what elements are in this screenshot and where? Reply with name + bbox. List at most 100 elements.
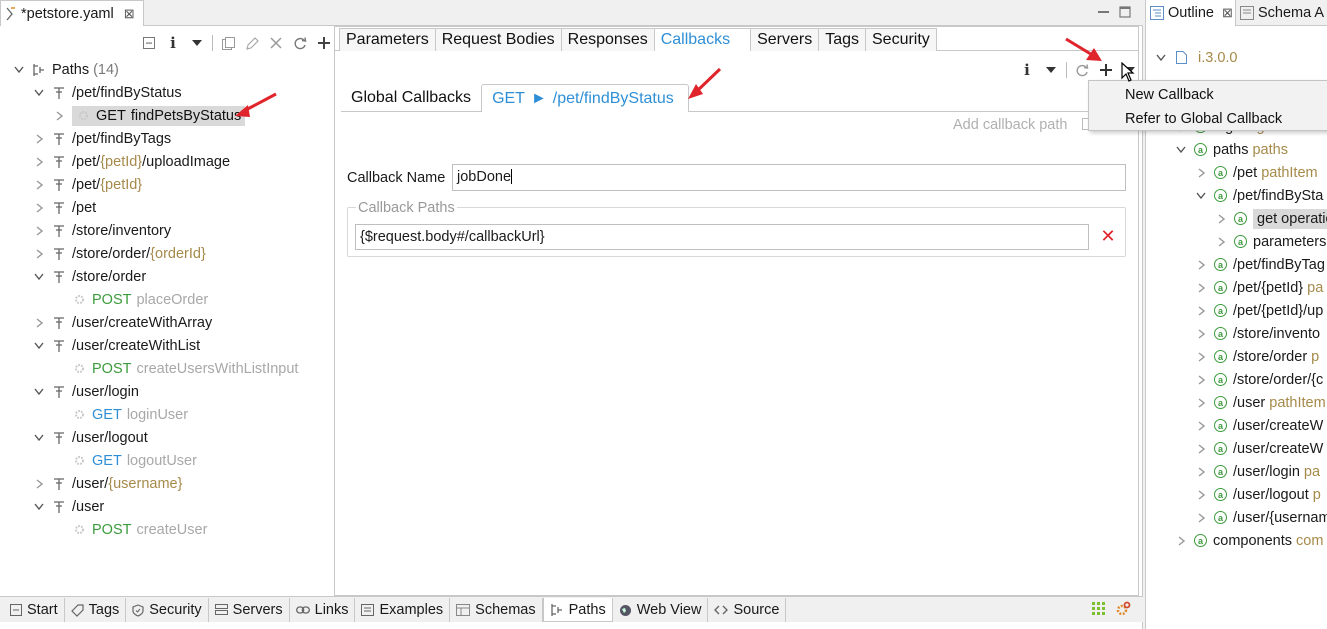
tree-operation-row[interactable]: GET logoutUser <box>72 449 197 472</box>
tree-path-row[interactable]: /pet/{petId} <box>32 173 142 196</box>
chevron-down-icon[interactable] <box>12 63 26 77</box>
chevron-down-icon[interactable] <box>32 385 46 399</box>
outline-row[interactable]: a/store/order/{c <box>1194 368 1327 391</box>
delete-path-icon[interactable]: ✕ <box>1096 224 1120 248</box>
outline-row[interactable]: a/user/createW <box>1194 414 1327 437</box>
tree-path-row[interactable]: /user/createWithList <box>32 334 200 357</box>
bottom-tab-source[interactable]: Source <box>708 598 787 622</box>
chevron-down-icon[interactable] <box>32 500 46 514</box>
minimize-icon[interactable] <box>1095 3 1113 21</box>
chevron-down-icon[interactable] <box>1194 189 1208 203</box>
chevron-right-icon[interactable] <box>1194 511 1208 525</box>
chevron-right-icon[interactable] <box>1194 281 1208 295</box>
tab-outline[interactable]: Outline ⊠ <box>1146 0 1236 26</box>
chevron-right-icon[interactable] <box>32 224 46 238</box>
tab-parameters[interactable]: Parameters <box>339 28 436 51</box>
maximize-icon[interactable] <box>1116 3 1134 21</box>
chevron-right-icon[interactable] <box>32 132 46 146</box>
tree-path-row[interactable]: /pet/{petId}/uploadImage <box>32 150 230 173</box>
chevron-right-icon[interactable] <box>32 477 46 491</box>
chevron-down-icon[interactable] <box>1154 51 1168 65</box>
settings-gear-icon[interactable] <box>1115 601 1131 617</box>
chevron-right-icon[interactable] <box>1214 235 1228 249</box>
chevron-right-icon[interactable] <box>1194 419 1208 433</box>
menu-item-new-callback[interactable]: New Callback <box>1125 87 1214 103</box>
callback-name-input[interactable]: jobDone <box>452 164 1126 191</box>
chevron-right-icon[interactable] <box>32 155 46 169</box>
chevron-down-icon[interactable] <box>188 33 206 53</box>
tree-root-paths[interactable]: Paths (14) <box>12 58 119 81</box>
tree-path-row[interactable]: /pet <box>32 196 96 219</box>
tree-path-row[interactable]: /user/{username} <box>32 472 182 495</box>
tree-path-row[interactable]: /pet/findByStatus <box>32 81 182 104</box>
close-icon[interactable]: ⊠ <box>1222 5 1233 21</box>
tab-responses[interactable]: Responses <box>560 28 655 51</box>
edit-icon[interactable] <box>243 33 261 53</box>
chevron-right-icon[interactable] <box>1194 373 1208 387</box>
tree-path-row[interactable]: /pet/findByTags <box>32 127 171 150</box>
chevron-right-icon[interactable] <box>1194 304 1208 318</box>
chevron-right-icon[interactable] <box>1194 166 1208 180</box>
tree-operation-row[interactable]: POST createUser <box>72 518 207 541</box>
outline-row[interactable]: a/user/login pa <box>1194 460 1320 483</box>
bottom-tab-links[interactable]: Links <box>290 598 356 622</box>
chevron-right-icon[interactable] <box>1194 258 1208 272</box>
add-icon[interactable] <box>315 33 333 53</box>
bottom-tab-examples[interactable]: Examples <box>355 598 451 622</box>
tree-path-row[interactable]: /store/order/{orderId} <box>32 242 206 265</box>
chevron-down-icon[interactable] <box>1174 143 1188 157</box>
outline-row[interactable]: a parameters <box>1214 230 1327 253</box>
chevron-down-icon[interactable] <box>1042 60 1060 80</box>
outline-row[interactable]: a/store/order p <box>1194 345 1319 368</box>
outline-row[interactable]: a/pet/{petId} pa <box>1194 276 1323 299</box>
chevron-right-icon[interactable] <box>1194 350 1208 364</box>
chevron-down-icon[interactable] <box>32 86 46 100</box>
editor-tab-petstore[interactable]: *petstore.yaml ⊠ <box>0 0 144 26</box>
collapse-all-icon[interactable] <box>140 33 158 53</box>
tab-tags[interactable]: Tags <box>818 28 866 51</box>
info-icon[interactable]: i <box>164 33 182 53</box>
tab-servers[interactable]: Servers <box>750 28 820 51</box>
tree-path-row[interactable]: /store/order <box>32 265 146 288</box>
subtab-get-findbystatus[interactable]: GET ► /pet/findByStatus <box>481 84 689 112</box>
tree-operation-row[interactable]: GET findPetsByStatus <box>52 104 246 127</box>
chevron-right-icon[interactable] <box>32 316 46 330</box>
chevron-right-icon[interactable] <box>32 201 46 215</box>
outline-row[interactable]: a/store/invento <box>1194 322 1324 345</box>
outline-row[interactable]: a/user/createW <box>1194 437 1327 460</box>
chevron-right-icon[interactable] <box>1174 534 1188 548</box>
chevron-down-icon[interactable] <box>32 431 46 445</box>
chevron-right-icon[interactable] <box>1194 396 1208 410</box>
chevron-right-icon[interactable] <box>32 178 46 192</box>
bottom-tab-security[interactable]: Security <box>126 598 209 622</box>
bottom-tab-paths[interactable]: Paths <box>542 598 613 622</box>
tree-path-row[interactable]: /user/createWithArray <box>32 311 212 334</box>
chevron-right-icon[interactable] <box>1194 442 1208 456</box>
tree-operation-row[interactable]: POST placeOrder <box>72 288 208 311</box>
outline-row[interactable]: a/user/logout p <box>1194 483 1321 506</box>
selected-operation[interactable]: GET findPetsByStatus <box>72 105 246 126</box>
outline-row[interactable]: a get operatio <box>1214 207 1327 230</box>
subtab-global-callbacks[interactable]: Global Callbacks <box>341 84 481 112</box>
tree-operation-row[interactable]: POST createUsersWithListInput <box>72 357 298 380</box>
outline-row[interactable]: a/pet/{petId}/up <box>1194 299 1327 322</box>
refresh-icon[interactable] <box>291 33 309 53</box>
tree-path-row[interactable]: /user/login <box>32 380 139 403</box>
tab-callbacks[interactable]: Callbacks <box>653 28 752 51</box>
chevron-down-icon[interactable] <box>32 270 46 284</box>
bottom-tab-start[interactable]: Start <box>4 598 65 622</box>
outline-row[interactable]: a/user/{usernam <box>1194 506 1327 529</box>
delete-icon[interactable] <box>267 33 285 53</box>
tab-security[interactable]: Security <box>865 28 937 51</box>
outline-row[interactable]: a/pet pathItem <box>1194 161 1318 184</box>
tree-path-row[interactable]: /store/inventory <box>32 219 171 242</box>
menu-item-refer-global-callback[interactable]: Refer to Global Callback <box>1125 111 1282 127</box>
outline-row[interactable]: a/user pathItem <box>1194 391 1326 414</box>
tree-path-row[interactable]: /user/logout <box>32 426 148 449</box>
add-callback-path-link[interactable]: Add callback path <box>953 117 1091 133</box>
chevron-right-icon[interactable] <box>52 109 66 123</box>
callback-path-input[interactable]: {$request.body#/callbackUrl} <box>355 224 1089 250</box>
outline-row[interactable]: a paths paths <box>1174 138 1288 161</box>
bottom-tab-tags[interactable]: Tags <box>65 598 127 622</box>
bottom-tab-servers[interactable]: Servers <box>209 598 290 622</box>
